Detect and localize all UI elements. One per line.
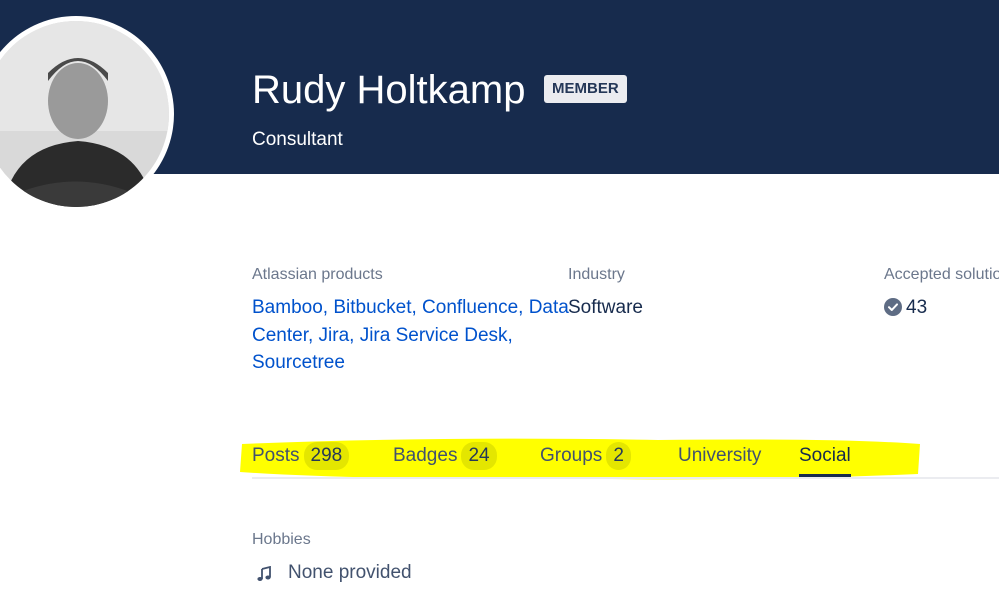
tab-social-label: Social xyxy=(799,445,851,466)
tab-posts[interactable]: Posts 298 xyxy=(252,442,350,470)
products-links: Bamboo, Bitbucket, Confluence, Data Cent… xyxy=(252,294,572,377)
products-label: Atlassian products xyxy=(252,266,383,283)
tab-posts-label: Posts xyxy=(252,445,300,466)
products-line-2[interactable]: Center, Jira, Jira Service Desk, xyxy=(252,322,572,350)
tab-badges-label: Badges xyxy=(393,445,458,466)
tab-university[interactable]: University xyxy=(678,442,761,470)
tab-badges-count: 24 xyxy=(461,442,497,470)
tab-university-label: University xyxy=(678,445,762,466)
profile-role: Consultant xyxy=(252,129,343,150)
industry-label: Industry xyxy=(568,266,625,283)
tab-posts-count: 298 xyxy=(303,442,350,470)
hobbies-label: Hobbies xyxy=(252,531,311,548)
products-line-3[interactable]: Sourcetree xyxy=(252,349,572,377)
tab-groups-count: 2 xyxy=(606,442,631,470)
tab-groups[interactable]: Groups 2 xyxy=(540,442,631,470)
tab-badges[interactable]: Badges 24 xyxy=(393,442,497,470)
products-line-1[interactable]: Bamboo, Bitbucket, Confluence, Data xyxy=(252,294,572,322)
solutions-value: 43 xyxy=(906,297,928,318)
solutions-label: Accepted solutions xyxy=(884,266,999,283)
tabs-divider xyxy=(252,477,999,479)
check-circle-icon xyxy=(884,298,902,316)
avatar-photo xyxy=(0,21,169,207)
profile-name: Rudy Holtkamp xyxy=(252,68,526,112)
tab-social[interactable]: Social xyxy=(799,442,851,477)
music-note-icon xyxy=(257,566,271,581)
tab-groups-label: Groups xyxy=(540,445,603,466)
member-badge: MEMBER xyxy=(544,75,627,103)
industry-value: Software xyxy=(568,297,643,318)
hobbies-value: None provided xyxy=(288,562,412,583)
